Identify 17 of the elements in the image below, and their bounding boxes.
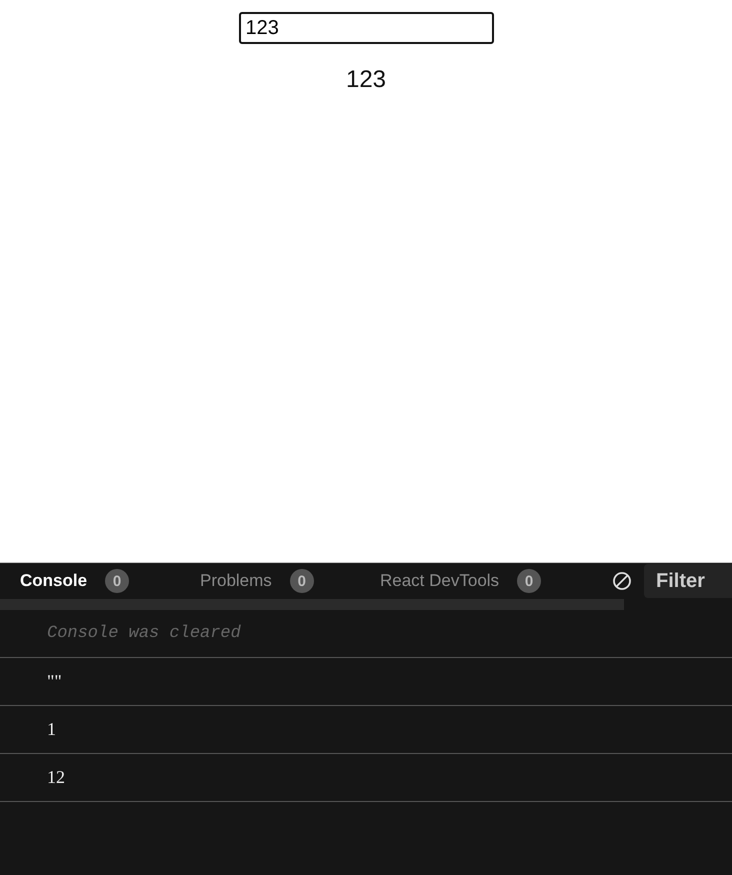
filter-field[interactable]: Filter <box>644 564 732 598</box>
text-input[interactable]: 123 <box>238 12 494 44</box>
log-text: 1 <box>47 719 56 740</box>
count-badge: 0 <box>105 569 130 593</box>
tab-label: Console <box>20 571 88 591</box>
panel-tab[interactable]: React DevTools 0 <box>360 569 600 593</box>
log-text: 12 <box>47 767 65 788</box>
log-text: "" <box>47 671 62 692</box>
tab-label: React DevTools <box>380 571 500 591</box>
tab-label: Problems <box>200 571 272 591</box>
panel-tab[interactable]: Problems 0 <box>180 569 360 593</box>
panel-tab[interactable]: Console 0 <box>0 569 180 593</box>
count-badge: 0 <box>517 569 542 593</box>
output-text: 123 <box>346 66 386 94</box>
count-badge: 0 <box>290 569 314 593</box>
clear-icon[interactable] <box>612 571 632 591</box>
log-text: Console was cleared <box>47 624 241 643</box>
